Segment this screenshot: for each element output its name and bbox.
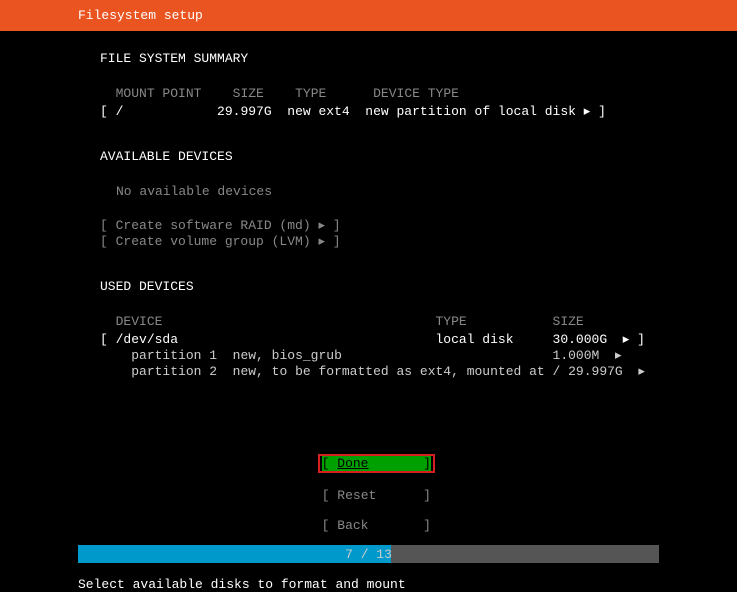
partition-row-2[interactable]: partition 2 new, to be formatted as ext4…: [100, 363, 737, 379]
done-button[interactable]: [ Done ]: [322, 456, 431, 471]
chevron-right-icon: ▸: [318, 233, 325, 248]
header-title: Filesystem setup: [78, 8, 203, 23]
summary-row[interactable]: [ / 29.997G new ext4 new partition of lo…: [100, 103, 737, 119]
chevron-right-icon: ▸: [638, 363, 645, 378]
partition-row-1[interactable]: partition 1 new, bios_grub 1.000M ▸: [100, 347, 737, 363]
progress-area: 7 / 13: [0, 545, 737, 563]
disk-row[interactable]: [ /dev/sda local disk 30.000G ▸ ]: [100, 331, 737, 347]
button-area: [ Done ] [ Reset ] [ Back ]: [0, 439, 737, 533]
reset-button[interactable]: [ Reset ]: [322, 488, 431, 503]
back-button[interactable]: [ Back ]: [322, 518, 431, 533]
progress-bar: 7 / 13: [78, 545, 659, 563]
no-devices-text: No available devices: [100, 184, 737, 199]
chevron-right-icon: ▸: [623, 331, 630, 346]
summary-columns: MOUNT POINT SIZE TYPE DEVICE TYPE: [100, 86, 737, 101]
summary-title: FILE SYSTEM SUMMARY: [100, 51, 737, 66]
chevron-right-icon: ▸: [584, 103, 591, 118]
header-bar: Filesystem setup: [0, 0, 737, 31]
used-columns: DEVICE TYPE SIZE: [100, 314, 737, 329]
done-highlight: [ Done ]: [318, 454, 435, 473]
chevron-right-icon: ▸: [615, 347, 622, 362]
used-title: USED DEVICES: [100, 279, 737, 294]
create-raid-button[interactable]: [ Create software RAID (md) ▸ ]: [100, 217, 737, 233]
available-title: AVAILABLE DEVICES: [100, 149, 737, 164]
create-lvm-button[interactable]: [ Create volume group (LVM) ▸ ]: [100, 233, 737, 249]
chevron-right-icon: ▸: [318, 217, 325, 232]
progress-fill: [78, 545, 391, 563]
hint-text: Select available disks to format and mou…: [0, 577, 737, 592]
main-content: FILE SYSTEM SUMMARY MOUNT POINT SIZE TYP…: [0, 31, 737, 379]
